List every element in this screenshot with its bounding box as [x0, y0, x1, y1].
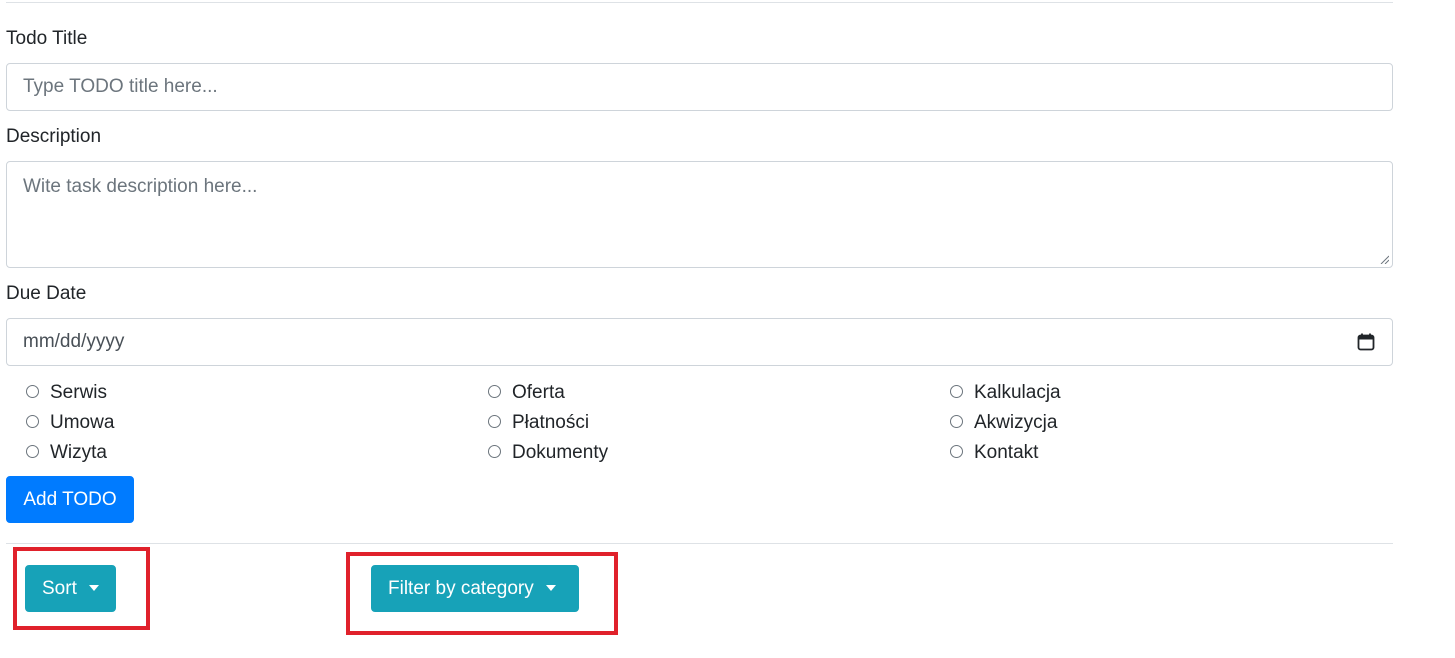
category-radio-wizyta[interactable]: Wizyta — [26, 438, 488, 468]
category-label: Oferta — [512, 382, 565, 403]
category-radio-serwis[interactable]: Serwis — [26, 378, 488, 408]
resize-grip-icon[interactable] — [1379, 254, 1389, 264]
radio-circle-icon[interactable] — [488, 444, 501, 458]
category-radio-dokumenty[interactable]: Dokumenty — [488, 438, 950, 468]
add-todo-button[interactable]: Add TODO — [6, 476, 134, 523]
category-radio-akwizycja[interactable]: Akwizycja — [950, 408, 1393, 438]
category-label: Wizyta — [50, 442, 107, 463]
radio-circle-icon[interactable] — [488, 384, 501, 398]
sort-dropdown-button[interactable]: Sort — [25, 565, 116, 612]
due-date-input[interactable]: mm/dd/yyyy — [6, 318, 1393, 366]
category-label: Serwis — [50, 382, 108, 403]
radio-circle-icon[interactable] — [26, 444, 39, 458]
category-label: Umowa — [50, 412, 115, 433]
category-radio-group: Serwis Oferta Kalkulacja Umowa Płatności… — [26, 378, 1393, 468]
section-divider — [6, 543, 1393, 544]
category-radio-kalkulacja[interactable]: Kalkulacja — [950, 378, 1393, 408]
radio-circle-icon[interactable] — [950, 444, 963, 458]
category-radio-kontakt[interactable]: Kontakt — [950, 438, 1393, 468]
todo-title-label: Todo Title — [6, 28, 88, 49]
sort-button-label: Sort — [42, 577, 77, 599]
category-radio-umowa[interactable]: Umowa — [26, 408, 488, 438]
todo-title-placeholder: Type TODO title here... — [23, 76, 218, 97]
filter-by-category-button[interactable]: Filter by category — [371, 565, 579, 612]
due-date-label: Due Date — [6, 283, 87, 304]
category-label: Kontakt — [974, 442, 1039, 463]
calendar-icon[interactable] — [1356, 332, 1376, 352]
radio-circle-icon[interactable] — [488, 414, 501, 428]
category-label: Kalkulacja — [974, 382, 1061, 403]
category-label: Dokumenty — [512, 442, 609, 463]
category-label: Akwizycja — [974, 412, 1058, 433]
category-radio-platnosci[interactable]: Płatności — [488, 408, 950, 438]
description-textarea[interactable]: Wite task description here... — [6, 161, 1393, 268]
todo-title-input[interactable]: Type TODO title here... — [6, 63, 1393, 111]
top-divider — [6, 2, 1393, 3]
radio-circle-icon[interactable] — [950, 414, 963, 428]
category-radio-oferta[interactable]: Oferta — [488, 378, 950, 408]
radio-circle-icon[interactable] — [950, 384, 963, 398]
page: Todo Title Type TODO title here... Descr… — [0, 0, 1455, 658]
radio-circle-icon[interactable] — [26, 384, 39, 398]
description-label: Description — [6, 126, 102, 147]
caret-down-icon — [545, 584, 556, 591]
caret-down-icon — [88, 584, 99, 591]
radio-circle-icon[interactable] — [26, 414, 39, 428]
category-label: Płatności — [512, 412, 590, 433]
due-date-placeholder: mm/dd/yyyy — [23, 331, 125, 352]
filter-button-label: Filter by category — [388, 577, 534, 599]
description-placeholder: Wite task description here... — [23, 176, 258, 197]
